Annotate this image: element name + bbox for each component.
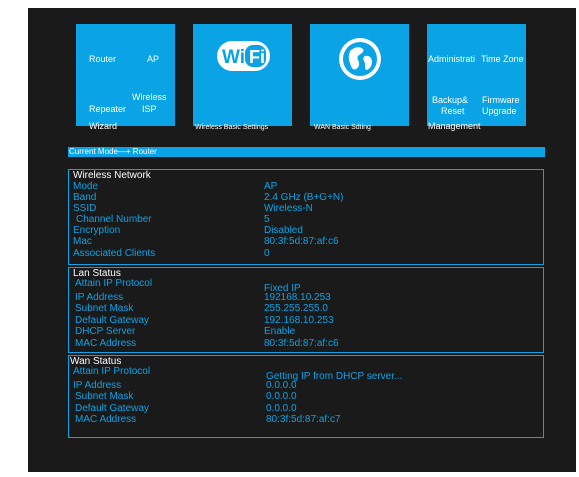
info-row: Attain IP Protocol Getting IP from DHCP s… [73, 366, 539, 382]
info-row: Encryption Disabled [73, 226, 539, 236]
row-value: 80:3f:5d:87:af:c6 [264, 338, 339, 349]
row-label: Mode [73, 181, 99, 192]
tile-wan-basic-setting[interactable]: WAN Basic Sdting [310, 24, 409, 131]
row-label: MAC Address [75, 414, 137, 425]
svg-text:Wi: Wi [222, 47, 245, 68]
row-value: 0.0.0.0 [266, 403, 297, 414]
row-label: IP Address [75, 292, 124, 303]
tile-administration: Administrati Time Zone Backup& Firmware … [427, 24, 526, 131]
time-zone-link[interactable]: Time Zone [481, 54, 524, 64]
row-label: Attain IP Protocol [75, 278, 153, 289]
info-row: DHCP Server Enable [73, 327, 539, 337]
row-label: Channel Number [76, 214, 152, 225]
administration-link[interactable]: Administrati [428, 54, 475, 64]
tile-operation-mode: Router AP Wireless Repeater ISP Wizard [76, 24, 175, 131]
row-value: 0.0.0.0 [266, 391, 297, 402]
mode-ap-link[interactable]: AP [147, 54, 159, 64]
upgrade-link[interactable]: Upgrade [482, 106, 517, 116]
row-value: Enable [264, 326, 296, 337]
row-label: Default Gateway [75, 315, 149, 326]
row-value: 192.168.10.253 [264, 315, 334, 326]
lan-status-section: Lan Status Attain IP Protocol Fixed IP IP… [68, 267, 544, 353]
row-value: 2.4 GHz (B+G+N) [264, 192, 344, 203]
wan-status-section: Wan Status Attain IP Protocol Getting IP … [68, 355, 544, 438]
wireless-basic-settings-link[interactable]: Wireless Basic Settings [195, 123, 268, 133]
mode-repeater-link[interactable]: Repeater [89, 104, 126, 114]
info-row: Mode AP [73, 182, 539, 192]
info-row: MAC Address 80:3f:5d:87:af:c6 [73, 339, 539, 349]
section-title: Wireless Network [73, 170, 151, 181]
info-row: MAC Address 80:3f:5d:87:af:c7 [73, 415, 539, 425]
info-row: Associated Clients 0 [73, 249, 539, 259]
mode-wireless-link[interactable]: Wireless [132, 92, 167, 102]
row-value: Disabled [264, 225, 303, 236]
row-label: Encryption [73, 225, 121, 236]
wizard-link[interactable]: Wizard [89, 121, 117, 131]
row-label: Default Gateway [75, 403, 149, 414]
info-row: Default Gateway 192.168.10.253 [73, 316, 539, 326]
tile-wireless-basic-settings[interactable]: Wi Fi Wireless Basic Settings [193, 24, 292, 131]
row-label: SSID [73, 203, 97, 214]
info-row: Subnet Mask 255.255.255.0 [73, 304, 539, 314]
mode-isp-link[interactable]: ISP [142, 104, 157, 114]
info-row: IP Address 0.0.0.0 [73, 381, 539, 391]
current-mode-bar: Current Mode—+ Router [68, 147, 545, 157]
row-label: DHCP Server [75, 326, 136, 337]
row-label: Attain IP Protocol [73, 366, 151, 377]
info-row: Subnet Mask 0.0.0.0 [73, 392, 539, 402]
row-value: 5 [264, 214, 270, 225]
svg-text:Fi: Fi [249, 47, 265, 67]
wireless-network-section: Wireless Network Mode AP Band 2.4 GHz (B+G… [68, 169, 544, 265]
backup-link[interactable]: Backup& [432, 95, 468, 105]
row-label: Subnet Mask [75, 391, 134, 402]
info-row: Attain IP Protocol Fixed IP [73, 278, 539, 294]
row-value: 0.0.0.0 [266, 380, 297, 391]
row-value: 80:3f:5d:87:af:c6 [264, 236, 339, 247]
router-admin-panel: Router AP Wireless Repeater ISP Wizard W… [28, 8, 576, 472]
wan-basic-setting-link[interactable]: WAN Basic Sdting [314, 123, 371, 133]
info-row: IP Address 192168.10.253 [73, 293, 539, 303]
row-value: Wireless-N [264, 203, 313, 214]
info-row: Default Gateway 0.0.0.0 [73, 404, 539, 414]
wan-basic-setting-anchor[interactable]: WAN Basic Sdting [314, 124, 371, 131]
mode-router-link[interactable]: Router [89, 54, 116, 64]
row-value: 80:3f:5d:87:af:c7 [266, 414, 341, 425]
reset-link[interactable]: Reset [441, 106, 465, 116]
row-label: Band [73, 192, 97, 203]
row-label: Mac [73, 236, 92, 247]
row-label: IP Address [73, 380, 122, 391]
row-label: Subnet Mask [75, 303, 134, 314]
info-row: Mac 80:3f:5d:87:af:c6 [73, 237, 539, 247]
row-label: MAC Address [75, 338, 137, 349]
management-link[interactable]: Management [428, 121, 481, 131]
row-value: 0 [264, 248, 270, 259]
row-value: 255.255.255.0 [264, 303, 328, 314]
firmware-link[interactable]: Firmware [482, 95, 520, 105]
info-row: Band 2.4 GHz (B+G+N) [73, 193, 539, 203]
row-label: Associated Clients [73, 248, 156, 259]
info-row: SSID Wireless-N [73, 204, 539, 214]
wifi-logo-icon: Wi Fi [217, 41, 270, 71]
info-row: Channel Number 5 [73, 215, 539, 225]
row-value: 192168.10.253 [264, 292, 331, 303]
globe-icon [338, 37, 382, 81]
row-value: AP [264, 181, 278, 192]
